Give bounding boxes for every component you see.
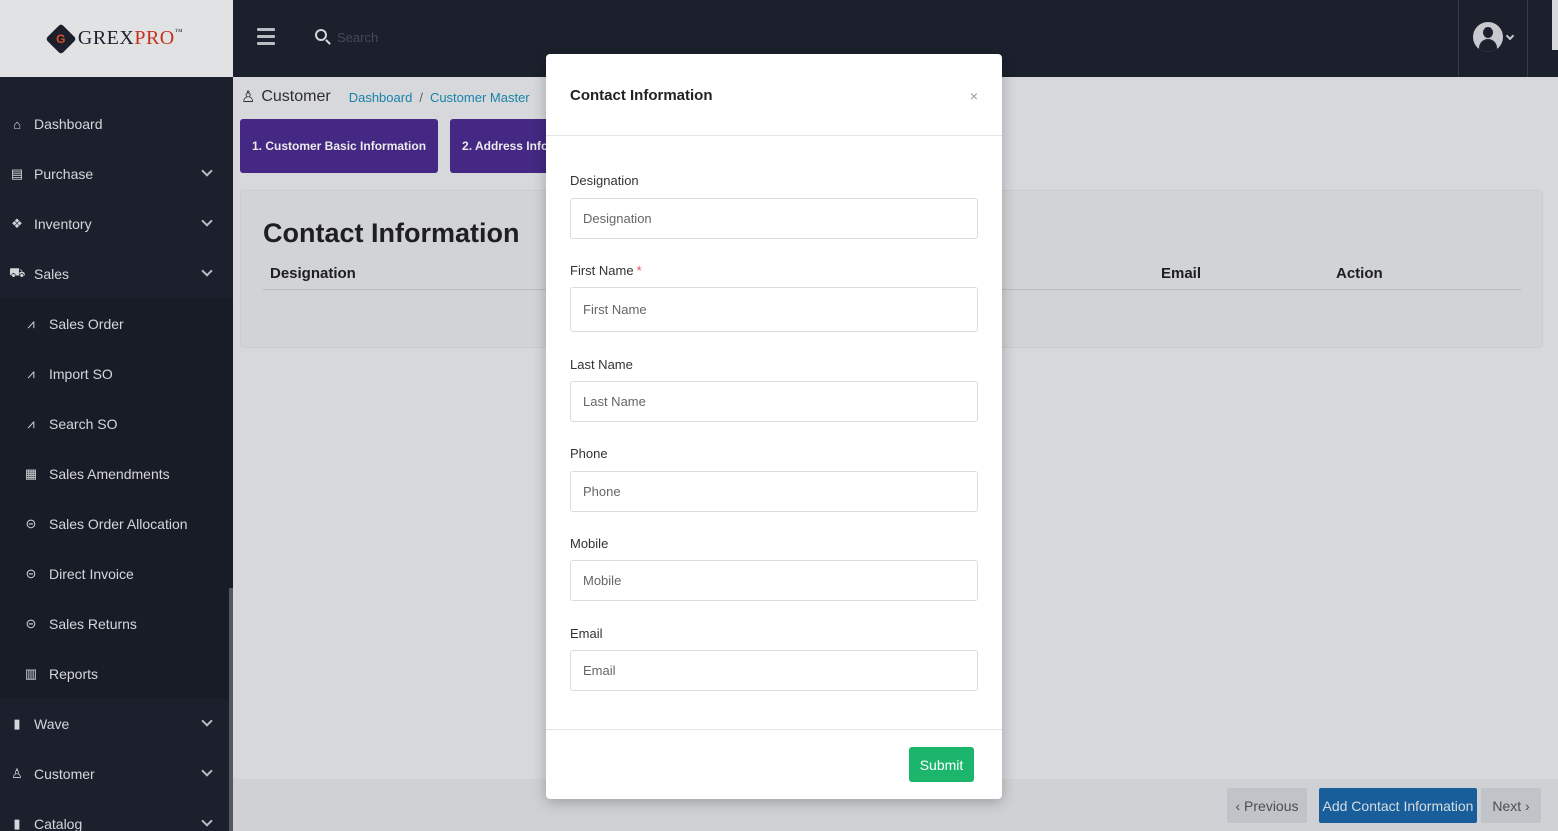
- contact-information-modal: Contact Information × Designation First …: [546, 54, 1002, 799]
- phone-input[interactable]: [570, 471, 978, 512]
- submit-button[interactable]: Submit: [909, 747, 974, 782]
- designation-label: Designation: [570, 173, 639, 188]
- last-name-input[interactable]: [570, 381, 978, 422]
- phone-label: Phone: [570, 446, 608, 461]
- mobile-label: Mobile: [570, 536, 609, 551]
- first-name-input[interactable]: [570, 287, 978, 332]
- modal-footer: Submit: [546, 729, 1002, 799]
- close-icon[interactable]: ×: [970, 88, 978, 104]
- designation-input[interactable]: [570, 198, 978, 239]
- email-label: Email: [570, 626, 603, 641]
- modal-header: Contact Information ×: [546, 54, 1002, 136]
- modal-title: Contact Information: [570, 87, 713, 104]
- email-input[interactable]: [570, 650, 978, 691]
- mobile-input[interactable]: [570, 560, 978, 601]
- last-name-label: Last Name: [570, 357, 633, 372]
- required-marker: *: [636, 263, 642, 278]
- first-name-label: First Name *: [570, 263, 642, 278]
